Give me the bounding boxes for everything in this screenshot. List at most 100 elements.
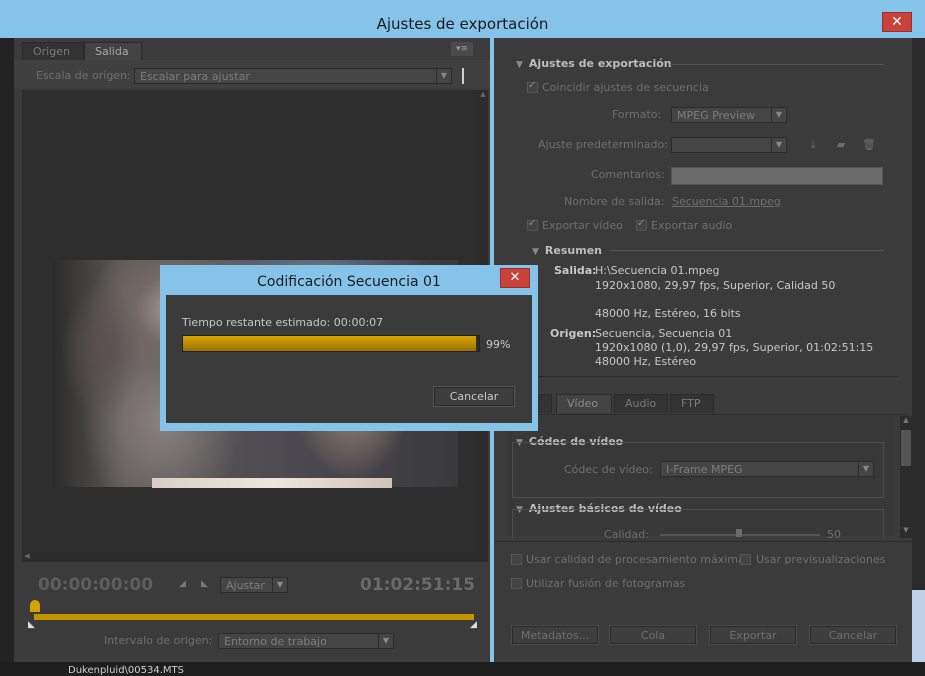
scroll-up-icon[interactable]: ▲: [478, 90, 488, 100]
use-previews-label: Usar previsualizaciones: [756, 553, 886, 566]
settings-scrollbar[interactable]: ▲ ▼: [900, 416, 912, 538]
summary-output-line-2: 1920x1080, 29,97 fps, Superior, Calidad …: [595, 279, 836, 292]
quality-slider-handle[interactable]: [736, 529, 742, 537]
export-section-title: Ajustes de exportación: [528, 57, 672, 70]
export-settings-section[interactable]: ▼ Ajustes de exportación: [516, 57, 672, 70]
quality-label: Calidad:: [604, 528, 649, 541]
comments-label: Comentarios:: [591, 168, 665, 181]
format-dropdown[interactable]: MPEG Preview ▼: [671, 107, 787, 123]
collapse-icon: ▼: [532, 247, 539, 257]
codec-dropdown[interactable]: I-Frame MPEG ▼: [660, 461, 874, 477]
backdrop-left: [0, 38, 14, 676]
range-value: Entorno de trabajo: [224, 635, 327, 648]
encoding-progress-bar: [182, 335, 480, 352]
window-title: Ajustes de exportación: [376, 15, 549, 33]
summary-output-line-3: 48000 Hz, Estéreo, 16 bits: [595, 307, 741, 320]
time-remaining: Tiempo restante estimado: 00:00:07: [182, 316, 384, 329]
timeline-track[interactable]: [34, 614, 474, 620]
dialog-title: Codificación Secuencia 01: [257, 274, 441, 290]
queue-button[interactable]: Cola: [609, 625, 697, 645]
timecode-end: 01:02:51:15: [360, 575, 476, 595]
summary-source-line-1: Secuencia, Secuencia 01: [595, 327, 733, 340]
divider: [494, 541, 912, 542]
output-name-label: Nombre de salida:: [564, 195, 665, 208]
collapse-icon: ▼: [516, 60, 523, 70]
scale-dropdown[interactable]: Escalar para ajustar ▼: [134, 68, 452, 84]
export-button[interactable]: Exportar: [709, 625, 797, 645]
playhead-handle[interactable]: [30, 600, 40, 612]
panel-menu-icon[interactable]: ▾≡: [451, 42, 473, 56]
set-in-icon[interactable]: ◢: [179, 579, 186, 589]
match-sequence-label: Coincidir ajustes de secuencia: [542, 81, 709, 94]
scrollbar-thumb[interactable]: [901, 430, 911, 466]
set-out-icon[interactable]: ◣: [201, 579, 208, 589]
export-video-checkbox[interactable]: [527, 218, 538, 231]
scale-value: Escalar para ajustar: [140, 70, 250, 83]
preset-dropdown[interactable]: ▼: [671, 137, 787, 153]
encoding-dialog: Codificación Secuencia 01 ✕ Tiempo resta…: [160, 265, 538, 431]
range-dropdown[interactable]: Entorno de trabajo ▼: [218, 633, 394, 649]
timecode-start[interactable]: 00:00:00:00: [38, 575, 153, 595]
match-sequence-checkbox[interactable]: [527, 80, 538, 93]
scroll-left-icon[interactable]: ◀: [22, 552, 32, 562]
out-point-marker[interactable]: ◢: [470, 620, 477, 630]
codec-value: I-Frame MPEG: [666, 463, 743, 476]
preset-label: Ajuste predeterminado:: [538, 138, 668, 151]
output-name-link[interactable]: Secuencia 01.mpeg: [672, 195, 781, 208]
quality-value: 50: [827, 528, 841, 541]
chevron-down-icon: ▼: [436, 69, 451, 83]
summary-source-label: Origen:: [550, 327, 597, 340]
chevron-down-icon: ▼: [378, 634, 393, 648]
tab-origen[interactable]: Origen: [22, 42, 84, 61]
encoding-progress-fill: [183, 336, 477, 351]
save-preset-icon[interactable]: ⤓: [806, 139, 820, 151]
export-video-label: Exportar vídeo: [542, 219, 623, 232]
comments-input[interactable]: [671, 167, 883, 185]
progress-percent: 99%: [486, 338, 511, 351]
delete-preset-icon[interactable]: 🗑: [862, 139, 876, 151]
scroll-up-icon[interactable]: ▲: [901, 416, 911, 426]
frame-blend-checkbox[interactable]: [511, 578, 522, 589]
separator: [462, 68, 464, 84]
chevron-down-icon: ▼: [771, 138, 786, 152]
summary-output-label: Salida:: [554, 264, 597, 277]
summary-source-line-2: 1920x1080 (1,0), 29,97 fps, Superior, 01…: [595, 341, 874, 354]
tab-ftp[interactable]: FTP: [670, 394, 714, 413]
divider: [610, 250, 884, 251]
metadata-button[interactable]: Metadatos...: [511, 625, 599, 645]
chevron-down-icon: ▼: [272, 578, 287, 592]
frame-blend-label: Utilizar fusión de fotogramas: [526, 577, 686, 590]
video-frame-edge: [152, 478, 392, 488]
export-audio-label: Exportar audio: [651, 219, 733, 232]
left-tabs: Origen Salida: [22, 42, 222, 61]
export-audio-checkbox[interactable]: [636, 218, 647, 231]
backdrop-right: [912, 38, 925, 676]
max-quality-checkbox[interactable]: [511, 554, 522, 565]
in-point-marker[interactable]: ◣: [28, 620, 35, 630]
scale-label: Escala de origen:: [36, 69, 131, 82]
summary-section-title: Resumen: [544, 244, 602, 257]
summary-output-line-1: H:\Secuencia 01.mpeg: [595, 264, 720, 277]
range-label: Intervalo de origen:: [104, 634, 213, 647]
tab-salida[interactable]: Salida: [84, 42, 142, 61]
fit-value: Ajustar: [226, 579, 265, 592]
dialog-close-button[interactable]: ✕: [500, 268, 530, 288]
chevron-down-icon: ▼: [771, 108, 786, 122]
export-settings-panel: ▼ Ajustes de exportación Coincidir ajuste…: [494, 38, 912, 662]
tab-audio[interactable]: Audio: [614, 394, 668, 413]
window-close-button[interactable]: ✕: [882, 12, 912, 32]
backdrop-file-text: Dukenpluid\00534.MTS: [68, 665, 184, 676]
summary-source-line-3: 48000 Hz, Estéreo: [595, 355, 697, 368]
scroll-down-icon[interactable]: ▼: [901, 526, 911, 536]
fit-dropdown[interactable]: Ajustar ▼: [220, 577, 288, 593]
preview-horizontal-scrollbar[interactable]: ◀: [22, 552, 488, 562]
summary-section[interactable]: ▼ Resumen: [532, 244, 602, 257]
cancel-button[interactable]: Cancelar: [809, 625, 897, 645]
import-preset-icon[interactable]: ▰: [834, 139, 848, 151]
codec-label: Códec de vídeo:: [564, 463, 653, 476]
use-previews-checkbox[interactable]: [740, 554, 751, 565]
format-label: Formato:: [612, 108, 662, 121]
format-value: MPEG Preview: [677, 109, 755, 122]
tab-video[interactable]: Vídeo: [556, 394, 612, 413]
dialog-cancel-button[interactable]: Cancelar: [433, 386, 515, 407]
